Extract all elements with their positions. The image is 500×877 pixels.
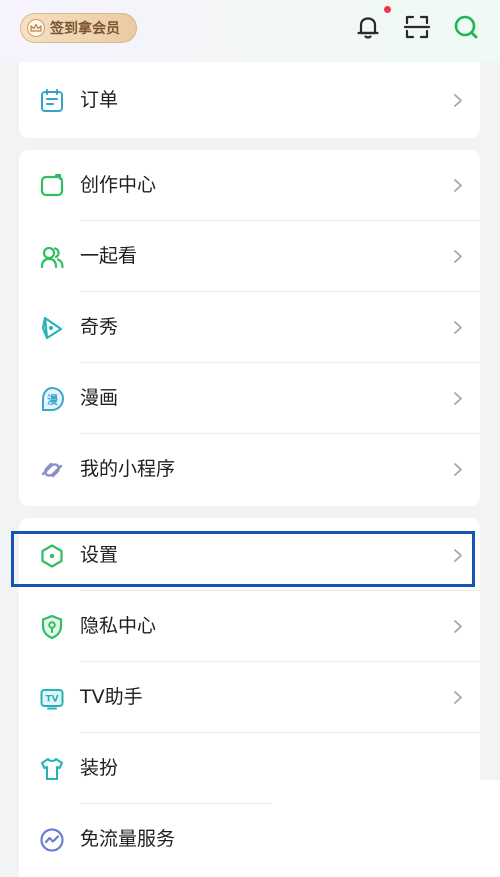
order-icon [41, 89, 63, 112]
comic-icon: 漫 [42, 386, 65, 411]
chevron-right-icon [454, 94, 462, 107]
chevron-right-icon [454, 549, 462, 562]
chevron-right-icon [454, 463, 462, 476]
menu-item-label: 装扮 [80, 757, 119, 779]
menu-item-label: 漫画 [80, 387, 119, 409]
menu-item-label: 隐私中心 [80, 615, 157, 637]
chevron-right-icon [454, 392, 462, 405]
chevron-right-icon [454, 691, 462, 704]
menu-item-label: TV助手 [80, 686, 143, 708]
creator-icon [40, 174, 64, 197]
scan-icon[interactable] [402, 12, 432, 42]
chevron-right-icon [454, 321, 462, 334]
free-data-icon [40, 828, 64, 852]
mini-program-icon [41, 462, 63, 478]
svg-text:TV: TV [45, 695, 58, 705]
checkin-membership-button[interactable]: 签到拿会员 [20, 13, 137, 43]
menu-item-tv-assistant[interactable]: TV TV助手 [19, 662, 480, 733]
bell-icon[interactable] [353, 12, 383, 42]
menu-item-qixiu[interactable]: 奇秀 [19, 292, 480, 363]
qixiu-icon [41, 316, 63, 340]
menu-item-mini-programs[interactable]: 我的小程序 [19, 434, 480, 505]
chevron-right-icon [454, 250, 462, 263]
menu-card-content: 创作中心 一起看 奇秀 漫 漫画 我的小程序 [19, 150, 480, 506]
menu-item-label: 创作中心 [80, 174, 157, 196]
chevron-right-icon [454, 620, 462, 633]
menu-item-settings[interactable]: 设置 [19, 520, 480, 591]
menu-item-watch-together[interactable]: 一起看 [19, 221, 480, 292]
checkin-label: 签到拿会员 [50, 21, 120, 37]
menu-item-privacy-center[interactable]: 隐私中心 [19, 591, 480, 662]
watch-together-icon [40, 246, 64, 269]
menu-item-label: 免流量服务 [80, 828, 176, 850]
menu-item-label: 设置 [80, 544, 119, 566]
crown-icon [27, 19, 45, 37]
menu-item-creator-center[interactable]: 创作中心 [19, 150, 480, 221]
menu-item-comic[interactable]: 漫 漫画 [19, 363, 480, 434]
notification-dot [384, 6, 391, 13]
settings-icon [41, 544, 63, 568]
privacy-icon [41, 614, 63, 640]
menu-item-label: 我的小程序 [80, 458, 176, 480]
menu-item-label: 奇秀 [80, 316, 119, 338]
search-icon[interactable] [451, 12, 481, 42]
menu-item-orders[interactable]: 订单 [19, 65, 480, 136]
overlay-blank-area [272, 780, 500, 877]
chevron-right-icon [454, 179, 462, 192]
menu-item-label: 订单 [80, 89, 119, 111]
menu-card-orders: 订单 [19, 62, 480, 138]
dress-up-icon [40, 757, 64, 781]
tv-icon: TV [40, 689, 64, 710]
svg-text:漫: 漫 [47, 393, 59, 407]
menu-item-label: 一起看 [80, 245, 138, 267]
